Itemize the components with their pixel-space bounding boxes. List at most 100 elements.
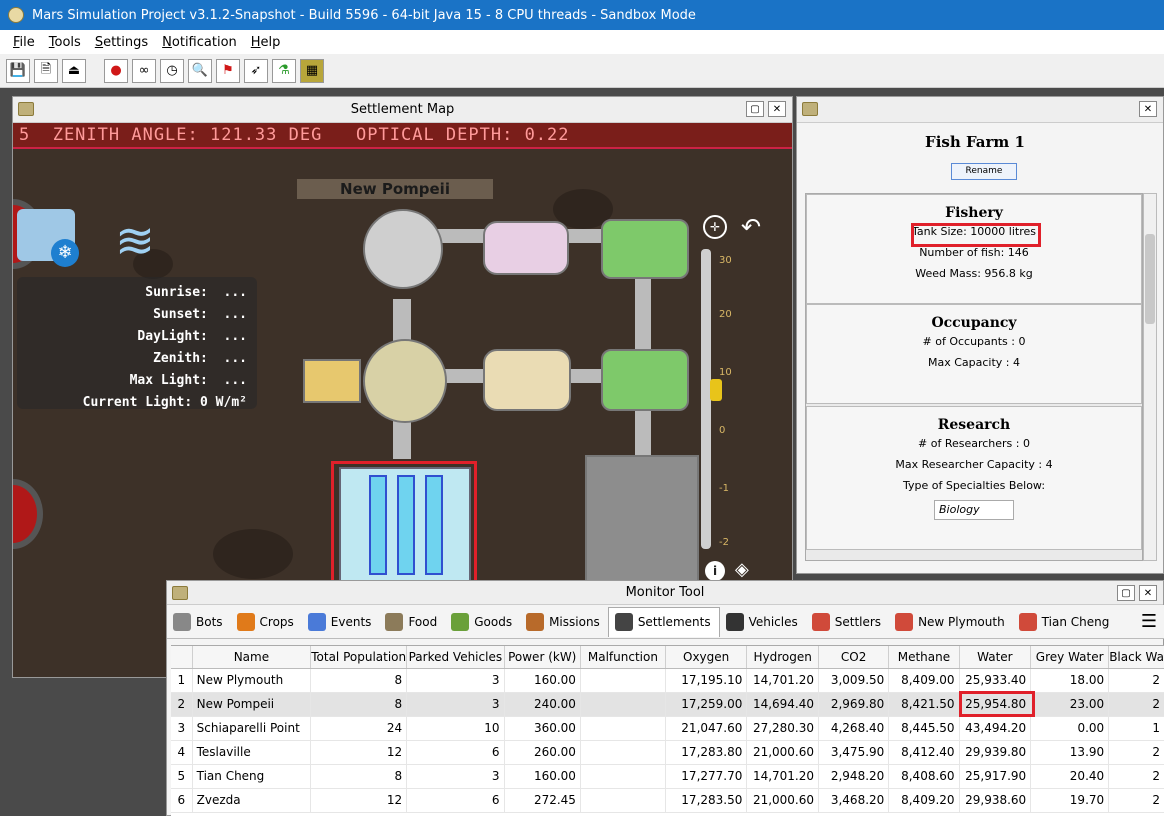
info-scroll-pane[interactable]: Fishery Tank Size: 10000 litres Number o…	[805, 193, 1143, 561]
command-module[interactable]	[363, 339, 447, 423]
rename-button[interactable]: Rename	[951, 163, 1017, 180]
workshop-module[interactable]	[483, 349, 571, 411]
column-header[interactable]	[171, 646, 193, 669]
table-row[interactable]: 4 Teslaville 12 6 260.00 17,283.80 21,000.60 3,…	[171, 740, 1164, 765]
scale-label: 20	[719, 309, 732, 320]
table-row[interactable]: 6 Zvezda 12 6 272.45 17,283.50 21,000.60 3,468.…	[171, 788, 1164, 813]
max-capacity-label: Max Capacity : 4	[927, 356, 1020, 369]
vertical-scrollbar[interactable]	[1143, 193, 1157, 561]
table-row[interactable]: 5 Tian Cheng 8 3 160.00 17,277.70 14,701.20 2,9…	[171, 764, 1164, 789]
layers-icon[interactable]: ◈	[735, 559, 749, 580]
column-header[interactable]: Parked Vehicles	[406, 646, 505, 669]
building-title: Fish Farm 1	[925, 133, 1025, 151]
info-icon[interactable]: i	[705, 561, 725, 581]
close-button[interactable]: ✕	[1139, 585, 1157, 601]
building-info-window[interactable]: ✕ Fish Farm 1 Rename Fishery Tank Size: …	[796, 96, 1164, 574]
exit-icon[interactable]: ⏏	[62, 58, 86, 83]
menu-help[interactable]: Help	[244, 35, 288, 50]
scrollbar-thumb[interactable]	[1145, 234, 1155, 324]
tab-settlements[interactable]: Settlements	[607, 606, 720, 637]
clock-icon[interactable]: ◷	[160, 58, 184, 83]
table-row[interactable]: 1 New Plymouth 8 3 160.00 17,195.10 14,701.20 3…	[171, 668, 1164, 693]
main-toolbar: 💾 🗎 ⏏ ● ∞ ◷ 🔍 ⚑ ➶ ⚗ ▦	[0, 54, 1164, 88]
tab-crops[interactable]: Crops	[231, 607, 302, 637]
app-icon	[8, 7, 24, 23]
window-title-bar[interactable]: Monitor Tool ▢ ✕	[167, 581, 1163, 605]
mars-icon[interactable]: ●	[104, 58, 128, 83]
window-title-bar[interactable]: Settlement Map ▢ ✕	[13, 97, 792, 123]
greenhouse-module[interactable]	[601, 219, 689, 279]
map-icon[interactable]: ▦	[300, 58, 324, 83]
rotate-back-icon[interactable]: ↶	[741, 213, 761, 241]
table-cell: 8,421.50	[888, 692, 960, 717]
binoculars-icon[interactable]: ∞	[132, 58, 156, 83]
tab-label: Settlers	[834, 614, 882, 629]
menu-tools[interactable]: Tools	[42, 35, 88, 50]
window-title-bar[interactable]: ✕	[797, 97, 1163, 123]
tab-label: New Plymouth	[918, 614, 1005, 629]
flag-icon[interactable]: ⚑	[216, 58, 240, 83]
column-header[interactable]: Methane	[888, 646, 960, 669]
save-as-icon[interactable]: 🗎	[34, 58, 58, 83]
lab-module[interactable]	[483, 221, 569, 275]
highlight-tank-size	[911, 223, 1041, 247]
flask-icon[interactable]: ⚗	[272, 58, 296, 83]
specialty-field[interactable]: Biology	[934, 500, 1014, 520]
people-icon	[895, 612, 914, 631]
monitor-tool-window[interactable]: Monitor Tool ▢ ✕ Bots Crops Events Food Good…	[166, 580, 1164, 816]
flag-icon	[307, 612, 326, 631]
maximize-button[interactable]: ▢	[746, 101, 764, 117]
column-header[interactable]: Power (kW)	[504, 646, 581, 669]
table-cell: 2,969.80	[818, 692, 890, 717]
current-light-label: Current Light: 0 W/m²	[82, 395, 247, 410]
column-header[interactable]: Hydrogen	[746, 646, 820, 669]
tab-label: Events	[330, 614, 372, 629]
tab-settlers[interactable]: Settlers	[806, 607, 889, 637]
fishery-section: Fishery Tank Size: 10000 litres Number o…	[806, 194, 1142, 304]
search-doc-icon[interactable]: 🔍	[188, 58, 212, 83]
tab-food[interactable]: Food	[379, 607, 445, 637]
table-cell: 19.70	[1030, 788, 1110, 813]
menu-file[interactable]: File	[6, 35, 42, 50]
habitat-module[interactable]	[363, 209, 443, 289]
column-header[interactable]: Black Wa	[1108, 646, 1164, 669]
table-cell: 1	[1108, 716, 1164, 741]
column-header[interactable]: Grey Water	[1030, 646, 1110, 669]
zoom-slider-thumb[interactable]	[710, 379, 722, 401]
save-icon[interactable]: 💾	[6, 58, 30, 83]
close-button[interactable]: ✕	[1139, 101, 1157, 117]
close-button[interactable]: ✕	[768, 101, 786, 117]
column-header[interactable]: Water	[959, 646, 1032, 669]
settlements-table[interactable]: Name Total Population Parked Vehicles Power…	[171, 645, 1164, 816]
tab-events[interactable]: Events	[302, 607, 380, 637]
column-header[interactable]: Malfunction	[580, 646, 666, 669]
tab-goods[interactable]: Goods	[445, 607, 520, 637]
column-header[interactable]: Name	[192, 646, 312, 669]
rocket-icon[interactable]: ➶	[244, 58, 268, 83]
tab-bots[interactable]: Bots	[167, 607, 231, 637]
menu-settings[interactable]: Settings	[88, 35, 155, 50]
greenhouse-module[interactable]	[601, 349, 689, 411]
menu-notification[interactable]: Notification	[155, 35, 244, 50]
table-cell	[580, 716, 666, 741]
center-target-icon[interactable]: ✛	[703, 215, 727, 239]
tab-tian-cheng[interactable]: Tian Cheng	[1013, 607, 1118, 637]
tab-missions[interactable]: Missions	[520, 607, 608, 637]
garage-module[interactable]	[585, 455, 699, 587]
maximize-button[interactable]: ▢	[1117, 585, 1135, 601]
table-row[interactable]: 3 Schiaparelli Point 24 10 360.00 21,047.60 27…	[171, 716, 1164, 741]
tab-label: Bots	[196, 614, 223, 629]
table-cell: 24	[310, 716, 408, 741]
table-cell: 23.00	[1030, 692, 1110, 717]
column-header[interactable]: Total Population	[310, 646, 408, 669]
column-header[interactable]: Oxygen	[665, 646, 748, 669]
weed-mass-label: Weed Mass: 956.8 kg	[915, 267, 1033, 280]
table-cell: 3	[171, 716, 193, 741]
tab-new-plymouth[interactable]: New Plymouth	[889, 607, 1013, 637]
table-cell: 12	[310, 788, 408, 813]
column-header[interactable]: CO2	[818, 646, 890, 669]
carrot-icon	[236, 612, 255, 631]
tab-overflow-menu-icon[interactable]: ☰	[1141, 611, 1157, 632]
storage-module[interactable]	[303, 359, 361, 403]
tab-vehicles[interactable]: Vehicles	[720, 607, 806, 637]
